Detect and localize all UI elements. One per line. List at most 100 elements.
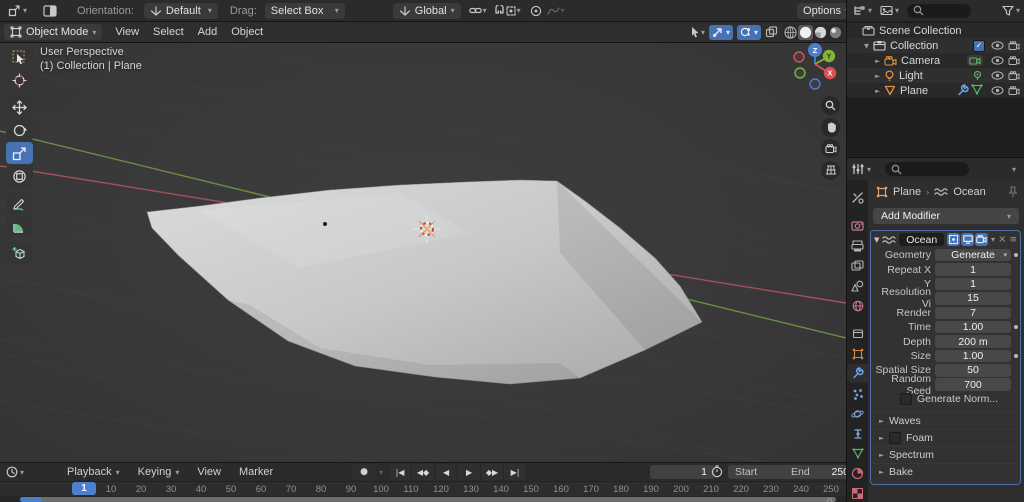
eye-icon[interactable] (991, 56, 1004, 65)
row-value-field[interactable]: 1 (935, 278, 1011, 291)
jump-start-button[interactable]: |◀ (389, 464, 412, 480)
row-value-field[interactable]: 1.00 (935, 350, 1011, 363)
proportional-edit-icon[interactable] (530, 5, 542, 17)
outliner-row-collection[interactable]: ▼Collection✓ (847, 38, 1024, 53)
subpanel-spectrum[interactable]: ►Spectrum (871, 446, 1020, 463)
timeline-menu-marker[interactable]: Marker (230, 466, 282, 478)
row-value-field[interactable]: 1 (935, 263, 1011, 276)
row-value-field[interactable]: 50 (935, 364, 1011, 377)
grip-icon[interactable]: ≡ (1009, 235, 1017, 245)
xray-toggle[interactable] (765, 26, 778, 38)
animate-dot[interactable] (1014, 253, 1018, 257)
subpanel-foam[interactable]: ►Foam (871, 429, 1020, 446)
tool-cursor[interactable] (6, 69, 33, 91)
camera-restrict-icon[interactable] (1008, 71, 1020, 81)
menu-view[interactable]: View (108, 26, 146, 38)
breadcrumb-object[interactable]: Plane (893, 186, 921, 198)
realtime-toggle[interactable] (961, 233, 974, 246)
tab-texture[interactable] (847, 484, 868, 502)
outliner-row-light[interactable]: ►Light (847, 68, 1024, 83)
properties-search-input[interactable] (885, 162, 969, 176)
animate-dot[interactable] (1014, 325, 1018, 329)
tool-options-button[interactable] (43, 5, 57, 17)
modifier-name-field[interactable]: Ocean (899, 233, 944, 246)
tool-scale[interactable] (6, 142, 33, 164)
tab-physics[interactable] (847, 404, 868, 423)
chevron-down-icon[interactable]: ▾ (517, 6, 521, 15)
current-frame-field[interactable]: 1 (650, 465, 715, 479)
timeline-menu-view[interactable]: View (188, 466, 230, 478)
tab-object-data[interactable] (847, 444, 868, 463)
row-value-field[interactable]: 1.00 (935, 321, 1011, 334)
tab-tool[interactable] (847, 188, 868, 207)
rendered-shading-button[interactable] (828, 25, 843, 40)
navigation-gizmo[interactable]: Z Y X (788, 43, 844, 93)
jump-end-button[interactable]: ▶| (504, 464, 527, 480)
modifier-wrench-icon[interactable] (956, 84, 969, 97)
eye-icon[interactable] (991, 41, 1004, 50)
timeline-menu-keying[interactable]: Keying▾ (129, 466, 189, 478)
timeline-editor-dropdown[interactable]: ▾ (6, 466, 24, 478)
gizmo-neg-z-ball[interactable] (810, 79, 820, 89)
gizmo-neg-y-ball[interactable] (795, 68, 805, 78)
outliner-label[interactable]: Collection (890, 40, 938, 52)
scrollbar-thumb[interactable] (20, 497, 836, 502)
render-toggle[interactable] (975, 233, 988, 246)
row-value-field[interactable]: 700 (935, 378, 1011, 391)
outliner-search-input[interactable] (907, 4, 971, 18)
outliner-row-scene-collection[interactable]: Scene Collection (847, 23, 1024, 38)
pivot-point-icon[interactable] (469, 6, 482, 15)
row-value-field[interactable]: 15 (935, 292, 1011, 305)
editor-type-dropdown[interactable]: ▾ (853, 5, 872, 16)
outliner-label[interactable]: Light (899, 70, 923, 82)
timeline-menu-playback[interactable]: Playback▾ (58, 466, 129, 478)
playhead[interactable]: 1 (72, 482, 96, 495)
camera-restrict-icon[interactable] (1008, 86, 1020, 96)
tab-view-layer[interactable] (847, 256, 868, 275)
add-modifier-button[interactable]: Add Modifier ▾ (873, 208, 1019, 224)
outliner-label[interactable]: Scene Collection (879, 25, 962, 37)
timeline-scrollbar[interactable] (0, 496, 846, 502)
outliner-label[interactable]: Plane (900, 85, 928, 97)
tab-particles[interactable] (847, 384, 868, 403)
chevron-down-icon[interactable]: ▾ (1012, 165, 1016, 174)
divider-outliner-props[interactable] (847, 157, 1024, 158)
breadcrumb-modifier[interactable]: Ocean (953, 186, 985, 198)
foam-checkbox[interactable] (889, 432, 901, 444)
camera-data-icon[interactable] (967, 55, 983, 66)
properties-editor-dropdown[interactable]: ▾ (851, 163, 871, 175)
row-value-field[interactable]: 7 (935, 307, 1011, 320)
tab-scene[interactable] (847, 276, 868, 295)
tool-transform[interactable] (6, 165, 33, 187)
stopwatch-icon[interactable] (711, 465, 723, 478)
disclosure-closed-icon[interactable]: ► (875, 57, 884, 65)
light-data-icon[interactable] (972, 70, 983, 81)
row-value-dropdown[interactable]: Generate▾ (935, 249, 1011, 262)
falloff-curve-icon[interactable] (547, 6, 560, 16)
tool-select-box[interactable] (6, 46, 33, 68)
pan-hand-button[interactable] (821, 118, 840, 137)
animate-dot[interactable] (1014, 354, 1018, 358)
camera-view-button[interactable] (821, 139, 840, 158)
solid-shading-button[interactable] (798, 25, 813, 40)
pin-icon[interactable] (1008, 186, 1018, 198)
subpanel-bake[interactable]: ►Bake (871, 463, 1020, 480)
active-tool-dropdown[interactable]: ▾ (8, 4, 27, 17)
outliner-row-plane[interactable]: ►Plane (847, 83, 1024, 98)
camera-restrict-icon[interactable] (1008, 56, 1020, 66)
overlays-toggle[interactable]: ▾ (737, 25, 761, 40)
timeline-ruler[interactable]: 1 10203040506070809010011012013014015016… (0, 481, 846, 496)
menu-object[interactable]: Object (224, 26, 270, 38)
transform-orientation-dropdown[interactable]: Global ▾ (393, 3, 461, 19)
chevron-down-icon[interactable]: ▾ (379, 468, 383, 477)
tool-move[interactable] (6, 96, 33, 118)
filter-dropdown[interactable]: ▾ (1002, 5, 1020, 16)
play-reverse-button[interactable]: ◀ (435, 464, 458, 480)
subpanel-waves[interactable]: ►Waves (871, 412, 1020, 429)
auto-keying-button[interactable]: ● (352, 464, 376, 480)
tab-render[interactable] (847, 216, 868, 235)
viewport-3d[interactable]: User Perspective (1) Collection | Plane … (0, 43, 846, 462)
next-keyframe-button[interactable]: ◆▶ (481, 464, 504, 480)
row-value-field[interactable]: 200 m (935, 335, 1011, 348)
tab-output[interactable] (847, 236, 868, 255)
